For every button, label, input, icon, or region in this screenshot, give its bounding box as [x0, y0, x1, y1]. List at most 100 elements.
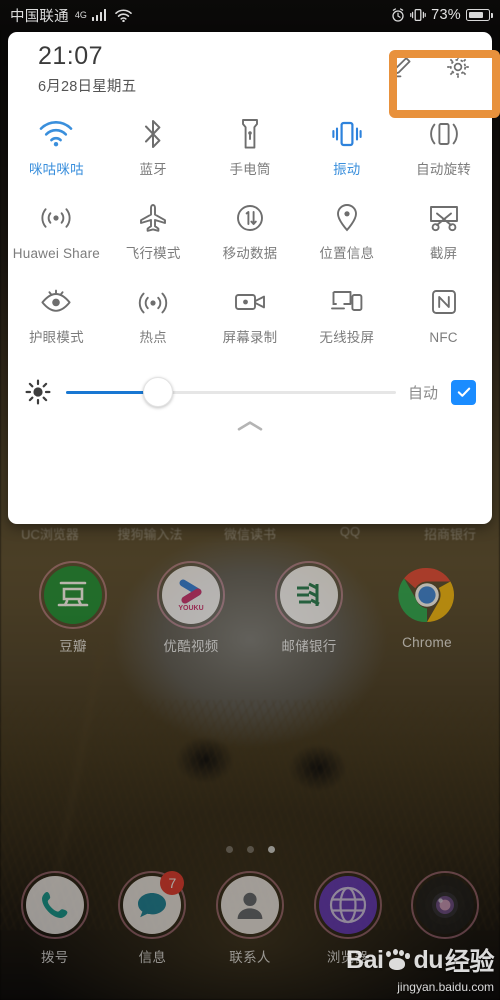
status-bar-left: 中国联通 4G	[10, 5, 133, 26]
app-label: 优酷视频	[163, 639, 219, 654]
chrome-icon	[398, 566, 456, 624]
tile-mobile-data[interactable]: 移动数据	[202, 192, 299, 262]
eye-comfort-icon	[39, 282, 73, 322]
app-label: 豆瓣	[59, 639, 87, 654]
tile-label: 手电筒	[229, 162, 271, 177]
paw-print-icon	[385, 949, 411, 971]
location-pin-icon	[334, 198, 360, 238]
pencil-edit-icon	[391, 57, 411, 78]
tile-huawei-share[interactable]: Huawei Share	[8, 192, 105, 262]
contacts-icon	[215, 871, 284, 939]
watermark-brand: Bai du 经验	[346, 942, 494, 978]
huawei-share-icon	[39, 198, 73, 238]
bluetooth-icon	[140, 114, 166, 154]
slider-thumb[interactable]	[143, 377, 174, 407]
quick-tile-row-2: Huawei Share 飞行模式 移动数据 位置信息 截屏	[8, 192, 492, 262]
obscured-app-label: 搜狗输入法	[117, 527, 183, 542]
screenshot-icon	[428, 198, 460, 238]
clock-date: 6月28日星期五	[38, 79, 137, 95]
page-indicator	[0, 846, 500, 853]
auto-brightness-label: 自动	[407, 384, 438, 402]
camera-icon	[411, 871, 480, 939]
tile-label: NFC	[429, 330, 458, 345]
tile-airplane-mode[interactable]: 飞行模式	[105, 192, 202, 262]
tile-nfc[interactable]: NFC	[395, 276, 492, 346]
vibrate-icon	[410, 8, 426, 22]
page-dot-current[interactable]	[267, 846, 275, 853]
tile-label: 移动数据	[222, 246, 278, 261]
tile-label: 护眼模式	[28, 330, 84, 345]
app-chrome[interactable]: Chrome	[383, 566, 471, 650]
check-icon	[457, 387, 470, 397]
tile-label: 飞行模式	[125, 246, 181, 261]
phone-icon	[20, 871, 89, 939]
douban-icon	[39, 561, 107, 629]
message-icon: 7	[118, 871, 187, 939]
tile-label: 无线投屏	[319, 330, 375, 345]
brightness-row: 自动	[8, 368, 492, 416]
edit-tiles-button[interactable]	[376, 44, 428, 90]
tile-eye-comfort[interactable]: 护眼模式	[8, 276, 105, 346]
app-psbc-bank[interactable]: 邮储银行	[265, 561, 353, 655]
tile-bluetooth[interactable]: 蓝牙	[105, 108, 202, 178]
watermark-brand-suffix: du	[413, 945, 443, 974]
tile-location[interactable]: 位置信息	[298, 192, 395, 262]
app-label: Chrome	[402, 635, 452, 650]
quick-tile-row-1: 咪咕咪咕 蓝牙 手电筒 振动 自动旋转	[8, 108, 492, 178]
signal-bars-icon	[91, 9, 107, 21]
psbc-bank-icon	[275, 561, 343, 629]
tile-flashlight[interactable]: 手电筒	[202, 108, 299, 178]
dock-label: 信息	[138, 950, 167, 965]
tile-label: 振动	[333, 162, 361, 177]
tile-auto-rotate[interactable]: 自动旋转	[395, 108, 492, 178]
obscured-app-label: UC浏览器	[21, 527, 79, 542]
tile-label: 蓝牙	[139, 162, 167, 177]
auto-brightness-checkbox[interactable]	[451, 379, 476, 405]
app-youku[interactable]: YOUKU 优酷视频	[147, 561, 235, 655]
dock-app-contacts[interactable]: 联系人	[206, 871, 294, 966]
airplane-icon	[137, 198, 169, 238]
obscured-app-label-row: UC浏览器 搜狗输入法 微信读书 QQ 招商银行	[0, 524, 500, 546]
page-dot[interactable]	[246, 846, 254, 853]
tile-screenshot[interactable]: 截屏	[395, 192, 492, 262]
wifi-icon	[39, 114, 73, 154]
app-douban[interactable]: 豆瓣	[29, 561, 117, 655]
nfc-icon	[430, 282, 458, 322]
tile-label: 自动旋转	[416, 162, 471, 177]
dock-label: 联系人	[229, 950, 271, 965]
mobile-data-icon	[235, 198, 265, 238]
tile-hotspot[interactable]: 热点	[105, 276, 202, 346]
baidu-jingyan-watermark: Bai du 经验 jingyan.baidu.com	[346, 942, 494, 995]
gear-icon	[447, 56, 469, 78]
brightness-slider[interactable]	[66, 377, 396, 407]
dock-app-camera[interactable]	[401, 871, 489, 946]
clock-time: 21:07	[38, 42, 104, 70]
shade-header-actions	[376, 44, 484, 90]
brightness-icon	[24, 378, 52, 406]
page-dot[interactable]	[225, 846, 233, 853]
dock-app-messages[interactable]: 7 信息	[108, 871, 196, 966]
network-type-label: 4G	[74, 10, 87, 20]
collapse-shade-handle[interactable]	[8, 416, 492, 450]
screen-record-icon	[233, 282, 267, 322]
flashlight-icon	[239, 114, 261, 154]
battery-icon	[466, 9, 493, 21]
tile-vibrate[interactable]: 振动	[298, 108, 395, 178]
quick-tile-row-3: 护眼模式 热点 屏幕录制 无线投屏 NFC	[8, 276, 492, 346]
tile-screen-record[interactable]: 屏幕录制	[202, 276, 299, 346]
obscured-app-label: 微信读书	[223, 527, 276, 542]
battery-percent-label: 73%	[431, 7, 461, 23]
tile-label: Huawei Share	[12, 246, 100, 261]
dock-app-phone[interactable]: 拨号	[11, 871, 99, 966]
tile-label: 截屏	[429, 246, 458, 261]
tile-wireless-projection[interactable]: 无线投屏	[298, 276, 395, 346]
auto-rotate-icon	[427, 114, 461, 154]
wireless-projection-icon	[330, 282, 364, 322]
tile-wifi[interactable]: 咪咕咪咕	[8, 108, 105, 178]
tile-label: 屏幕录制	[222, 330, 278, 345]
obscured-app-label: QQ	[339, 524, 361, 539]
settings-shortcut-button[interactable]	[432, 44, 484, 90]
watermark-url: jingyan.baidu.com	[397, 980, 494, 994]
carrier-name: 中国联通	[10, 8, 69, 25]
browser-globe-icon	[313, 871, 382, 939]
